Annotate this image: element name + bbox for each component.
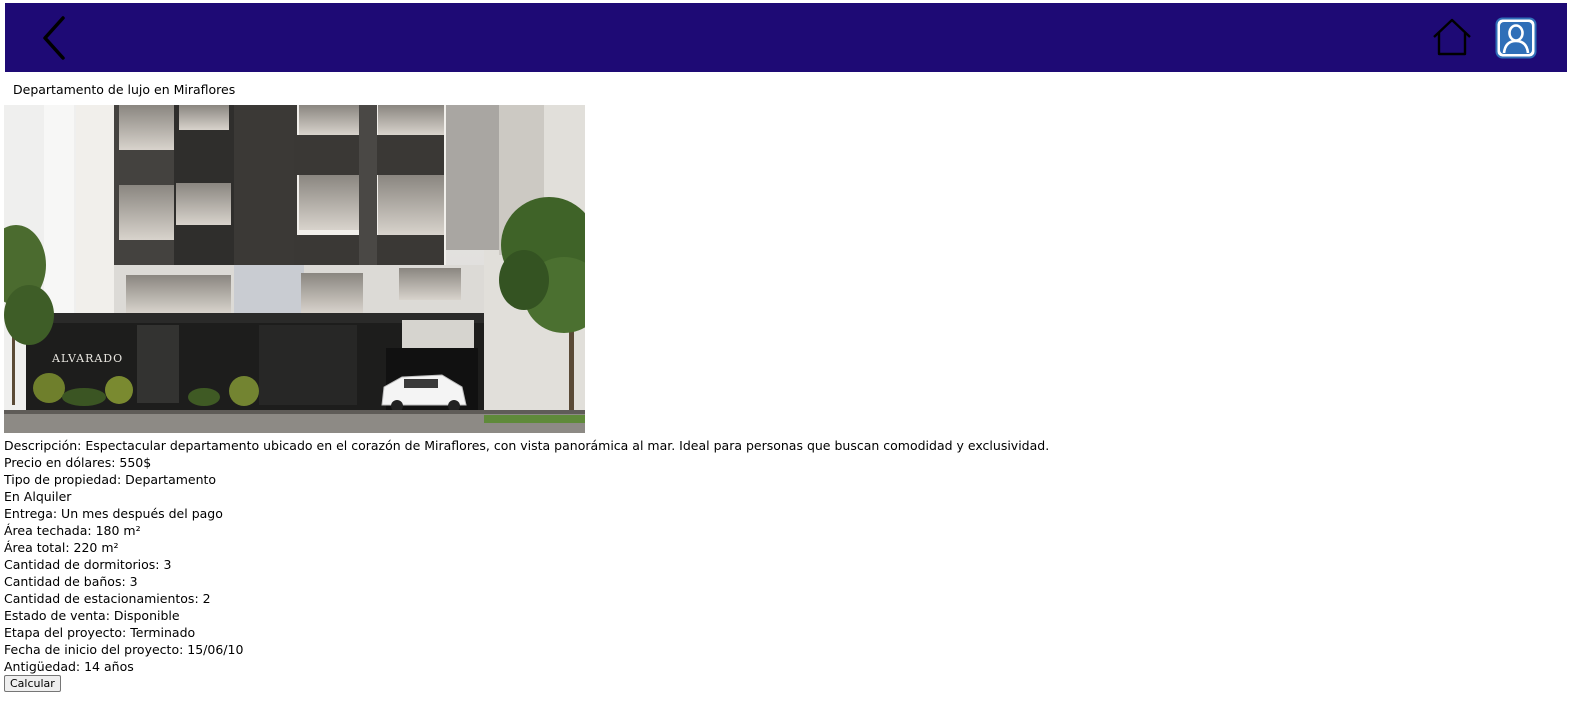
property-details: Descripción: Espectacular departamento u… xyxy=(4,437,1049,675)
property-total-area: Área total: 220 m² xyxy=(4,540,119,555)
property-start-date: Fecha de inicio del proyecto: 15/06/10 xyxy=(4,642,244,657)
property-title: Departamento de lujo en Miraflores xyxy=(13,82,236,97)
property-project-stage: Etapa del proyecto: Terminado xyxy=(4,625,196,640)
property-mode: En Alquiler xyxy=(4,489,72,504)
home-icon[interactable] xyxy=(1430,15,1474,59)
property-price: Precio en dólares: 550$ xyxy=(4,455,152,470)
property-description: Descripción: Espectacular departamento u… xyxy=(4,438,1050,453)
property-type: Tipo de propiedad: Departamento xyxy=(4,472,217,487)
property-age: Antigüedad: 14 años xyxy=(4,659,134,674)
property-sale-status: Estado de venta: Disponible xyxy=(4,608,180,623)
property-parking: Cantidad de estacionamientos: 2 xyxy=(4,591,211,606)
chevron-left-icon[interactable] xyxy=(35,13,75,63)
svg-text:ALVARADO: ALVARADO xyxy=(51,352,123,365)
user-profile-icon[interactable] xyxy=(1495,17,1537,59)
property-bedrooms: Cantidad de dormitorios: 3 xyxy=(4,557,172,572)
top-navigation-bar xyxy=(5,3,1567,72)
calculate-button[interactable]: Calcular xyxy=(4,675,61,692)
property-delivery: Entrega: Un mes después del pago xyxy=(4,506,223,521)
property-covered-area: Área techada: 180 m² xyxy=(4,523,141,538)
property-photo: ALVARADO xyxy=(4,105,585,433)
property-bathrooms: Cantidad de baños: 3 xyxy=(4,574,138,589)
